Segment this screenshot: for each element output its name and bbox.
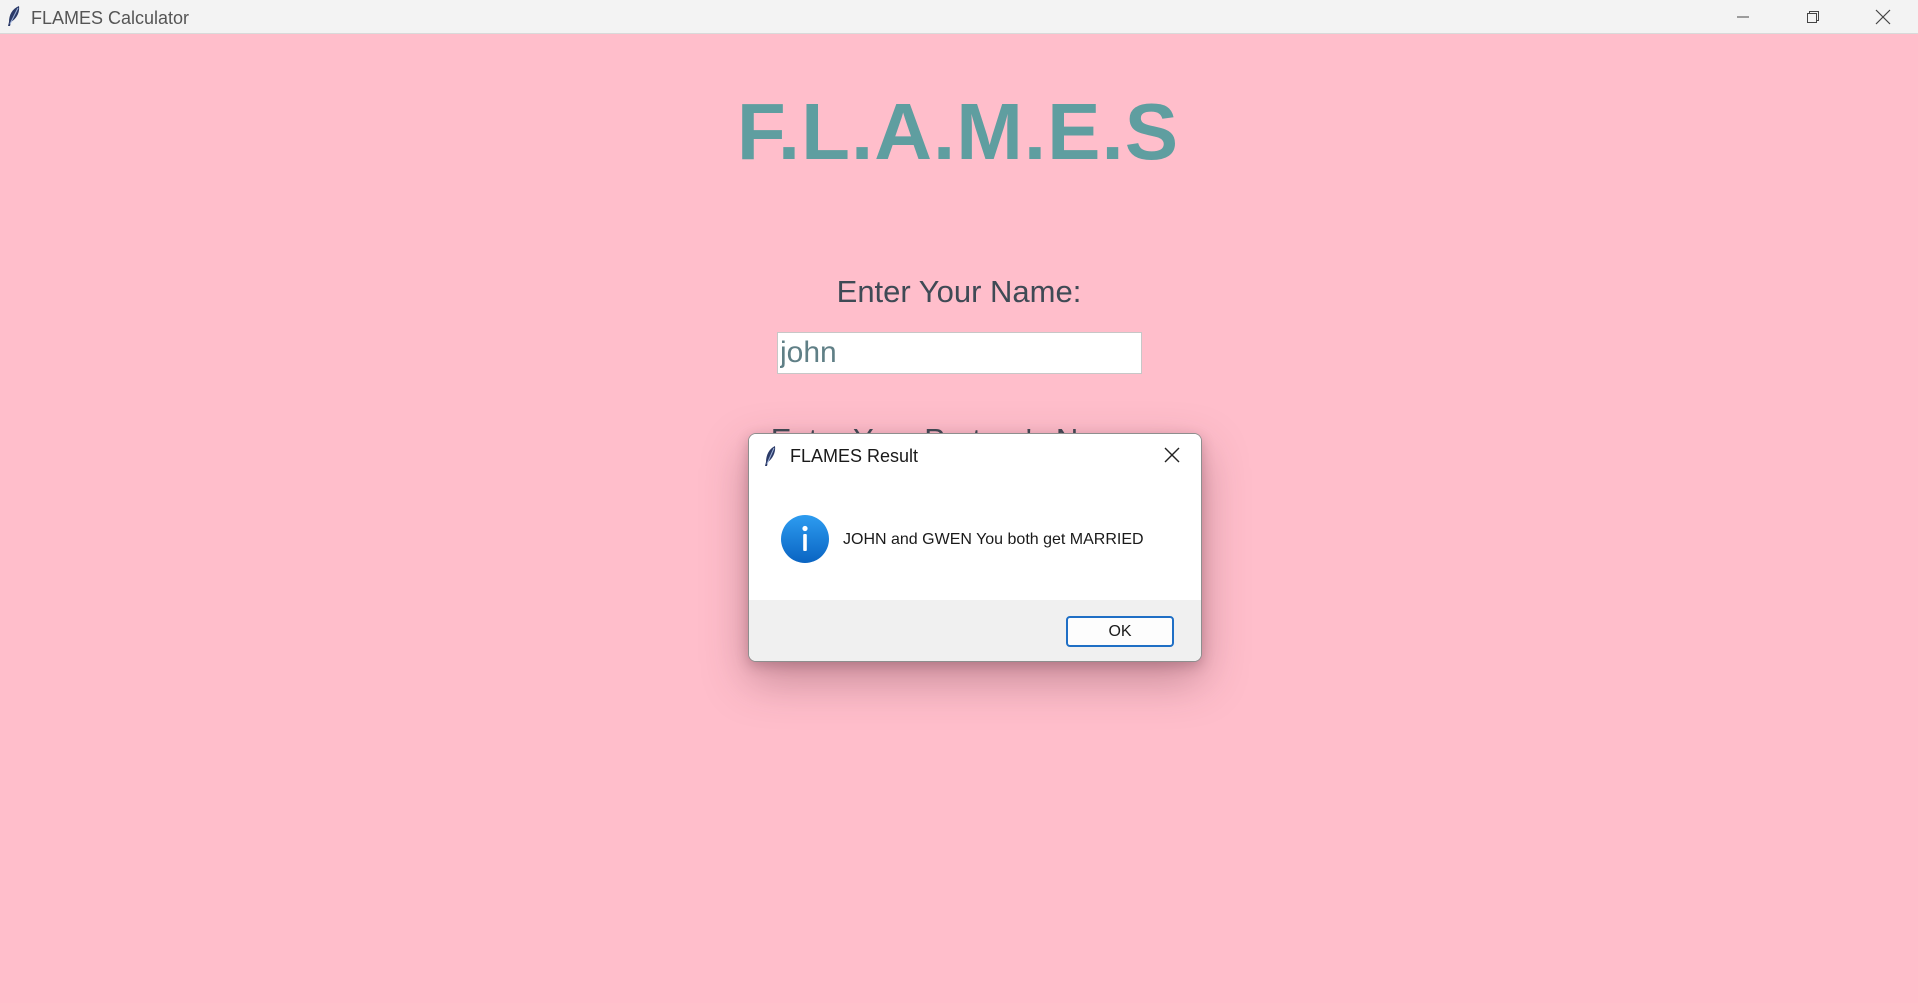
dialog-message: JOHN and GWEN You both get MARRIED <box>843 531 1144 548</box>
close-button[interactable] <box>1848 0 1918 34</box>
title-bar[interactable]: FLAMES Calculator <box>0 0 1918 34</box>
dialog-title-bar[interactable]: FLAMES Result <box>749 434 1201 480</box>
ok-button[interactable]: OK <box>1066 616 1174 647</box>
name-input[interactable] <box>777 332 1142 374</box>
dialog-close-button[interactable] <box>1157 442 1187 472</box>
name-label: Enter Your Name: <box>836 274 1082 309</box>
minimize-button[interactable] <box>1708 0 1778 34</box>
dialog-title: FLAMES Result <box>790 446 919 466</box>
dialog-footer: OK <box>749 600 1201 661</box>
info-icon <box>780 514 830 564</box>
close-icon <box>1164 447 1180 468</box>
close-icon <box>1875 9 1891 25</box>
result-dialog: FLAMES Result JOHN and GWEN You both get… <box>748 433 1202 662</box>
minimize-icon <box>1736 10 1750 24</box>
window-title: FLAMES Calculator <box>31 8 190 28</box>
page-title: F.L.A.M.E.S <box>736 87 1180 176</box>
restore-icon <box>1806 10 1820 24</box>
dialog-body: JOHN and GWEN You both get MARRIED <box>749 480 1201 600</box>
restore-button[interactable] <box>1778 0 1848 34</box>
feather-icon <box>6 5 22 27</box>
feather-icon <box>763 445 777 467</box>
app-window: FLAMES Calculator F.L.A.M.E.S Enter Your… <box>0 0 1918 1003</box>
